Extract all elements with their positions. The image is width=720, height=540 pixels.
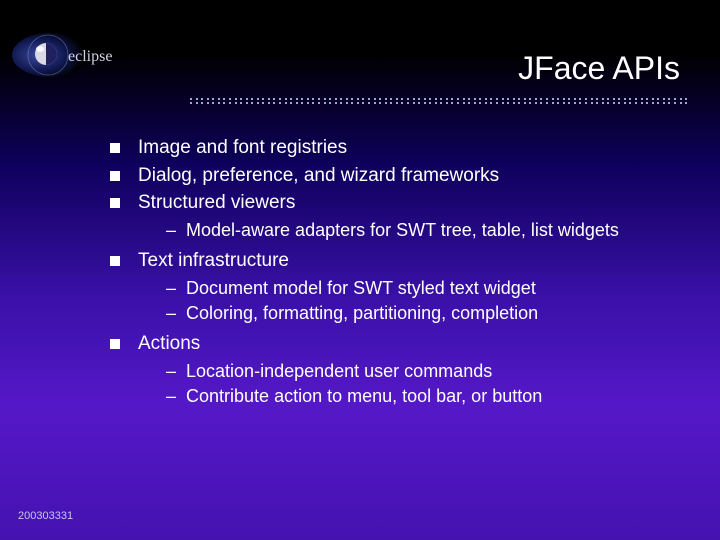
sub-bullet-item: –Coloring, formatting, partitioning, com… bbox=[166, 301, 690, 325]
slide-content: Image and font registriesDialog, prefere… bbox=[110, 135, 690, 415]
slide-title: JFace APIs bbox=[518, 50, 680, 87]
sub-bullet-text: Model-aware adapters for SWT tree, table… bbox=[186, 218, 619, 242]
square-bullet-icon bbox=[110, 143, 120, 153]
sub-bullet-item: –Model-aware adapters for SWT tree, tabl… bbox=[166, 218, 690, 242]
sub-bullet-item: –Document model for SWT styled text widg… bbox=[166, 276, 690, 300]
dash-icon: – bbox=[166, 359, 176, 383]
bullet-text: Image and font registries bbox=[138, 135, 347, 161]
bullet-item: Image and font registries bbox=[110, 135, 690, 161]
sub-bullet-text: Location-independent user commands bbox=[186, 359, 492, 383]
bullet-item: Dialog, preference, and wizard framework… bbox=[110, 163, 690, 189]
dash-icon: – bbox=[166, 276, 176, 300]
sub-list: –Model-aware adapters for SWT tree, tabl… bbox=[166, 218, 690, 242]
bullet-text: Structured viewers bbox=[138, 190, 295, 216]
sub-bullet-item: –Location-independent user commands bbox=[166, 359, 690, 383]
sub-list: –Location-independent user commands–Cont… bbox=[166, 359, 690, 409]
slide-footer: 200303331 bbox=[18, 510, 73, 522]
sub-bullet-text: Coloring, formatting, partitioning, comp… bbox=[186, 301, 538, 325]
bullet-item: Actions bbox=[110, 331, 690, 357]
eclipse-logo: eclipse bbox=[10, 30, 160, 80]
title-underline bbox=[190, 98, 688, 102]
sub-bullet-text: Contribute action to menu, tool bar, or … bbox=[186, 384, 542, 408]
square-bullet-icon bbox=[110, 171, 120, 181]
sub-bullet-text: Document model for SWT styled text widge… bbox=[186, 276, 536, 300]
bullet-text: Actions bbox=[138, 331, 200, 357]
sub-list: –Document model for SWT styled text widg… bbox=[166, 276, 690, 326]
logo-text: eclipse bbox=[68, 48, 112, 65]
slide: eclipse JFace APIs Image and font regist… bbox=[0, 0, 720, 540]
bullet-item: Structured viewers bbox=[110, 190, 690, 216]
dash-icon: – bbox=[166, 218, 176, 242]
square-bullet-icon bbox=[110, 198, 120, 208]
bullet-text: Text infrastructure bbox=[138, 248, 289, 274]
sub-bullet-item: –Contribute action to menu, tool bar, or… bbox=[166, 384, 690, 408]
square-bullet-icon bbox=[110, 256, 120, 266]
bullet-item: Text infrastructure bbox=[110, 248, 690, 274]
bullet-text: Dialog, preference, and wizard framework… bbox=[138, 163, 499, 189]
dash-icon: – bbox=[166, 384, 176, 408]
dash-icon: – bbox=[166, 301, 176, 325]
square-bullet-icon bbox=[110, 339, 120, 349]
